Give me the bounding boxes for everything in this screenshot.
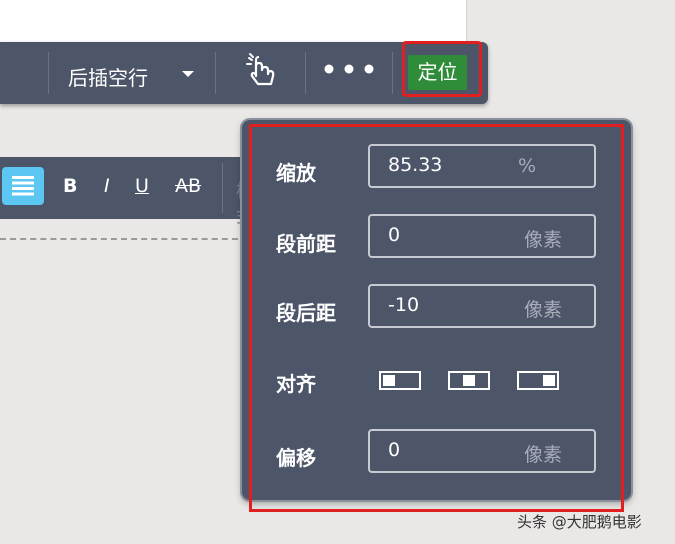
align-center-option[interactable] [448, 371, 490, 390]
align-left-icon [383, 375, 395, 386]
zoom-unit: % [517, 155, 536, 177]
chevron-down-icon[interactable] [182, 71, 194, 77]
align-center-icon [463, 375, 475, 386]
toolbar-divider [215, 52, 216, 94]
align-right-option[interactable] [517, 371, 559, 390]
zoom-field[interactable]: 85.33 % [368, 144, 596, 188]
page-dashed-divider [0, 238, 248, 240]
offset-field[interactable]: 0 像素 [368, 429, 596, 473]
underline-button[interactable]: U [135, 175, 149, 197]
space-before-label: 段前距 [276, 232, 336, 256]
space-after-unit: 像素 [523, 299, 562, 321]
bold-button[interactable]: B [63, 175, 77, 197]
offset-unit: 像素 [523, 444, 562, 466]
locate-button[interactable]: 定位 [408, 55, 467, 90]
offset-value: 0 [388, 439, 401, 461]
align-right-icon [543, 375, 555, 386]
format-toolbar: B I U AB 样式 [0, 157, 260, 228]
space-after-field[interactable]: -10 像素 [368, 284, 596, 328]
align-justify-icon [12, 176, 34, 196]
space-before-unit: 像素 [523, 229, 562, 251]
toolbar-divider [392, 52, 393, 94]
watermark: 头条 @大肥鹅电影 [517, 513, 642, 531]
toolbar-divider [222, 163, 223, 213]
space-after-value: -10 [388, 294, 420, 316]
toolbar-divider [305, 52, 306, 94]
align-justify-button[interactable] [2, 167, 44, 205]
more-dots-icon[interactable] [323, 61, 375, 81]
offset-label: 偏移 [276, 446, 316, 470]
italic-button[interactable]: I [104, 175, 110, 197]
insert-empty-row-dropdown[interactable]: 后插空行 [68, 62, 148, 91]
document-page [0, 0, 467, 42]
hand-pointer-icon[interactable] [244, 52, 278, 92]
space-after-label: 段后距 [276, 301, 336, 325]
toolbar-divider [48, 52, 49, 94]
space-before-field[interactable]: 0 像素 [368, 214, 596, 258]
align-label: 对齐 [276, 372, 316, 396]
zoom-value: 85.33 [388, 154, 443, 176]
zoom-label: 缩放 [276, 161, 316, 185]
space-before-value: 0 [388, 224, 401, 246]
strikethrough-button[interactable]: AB [175, 175, 201, 197]
align-left-option[interactable] [379, 371, 421, 390]
